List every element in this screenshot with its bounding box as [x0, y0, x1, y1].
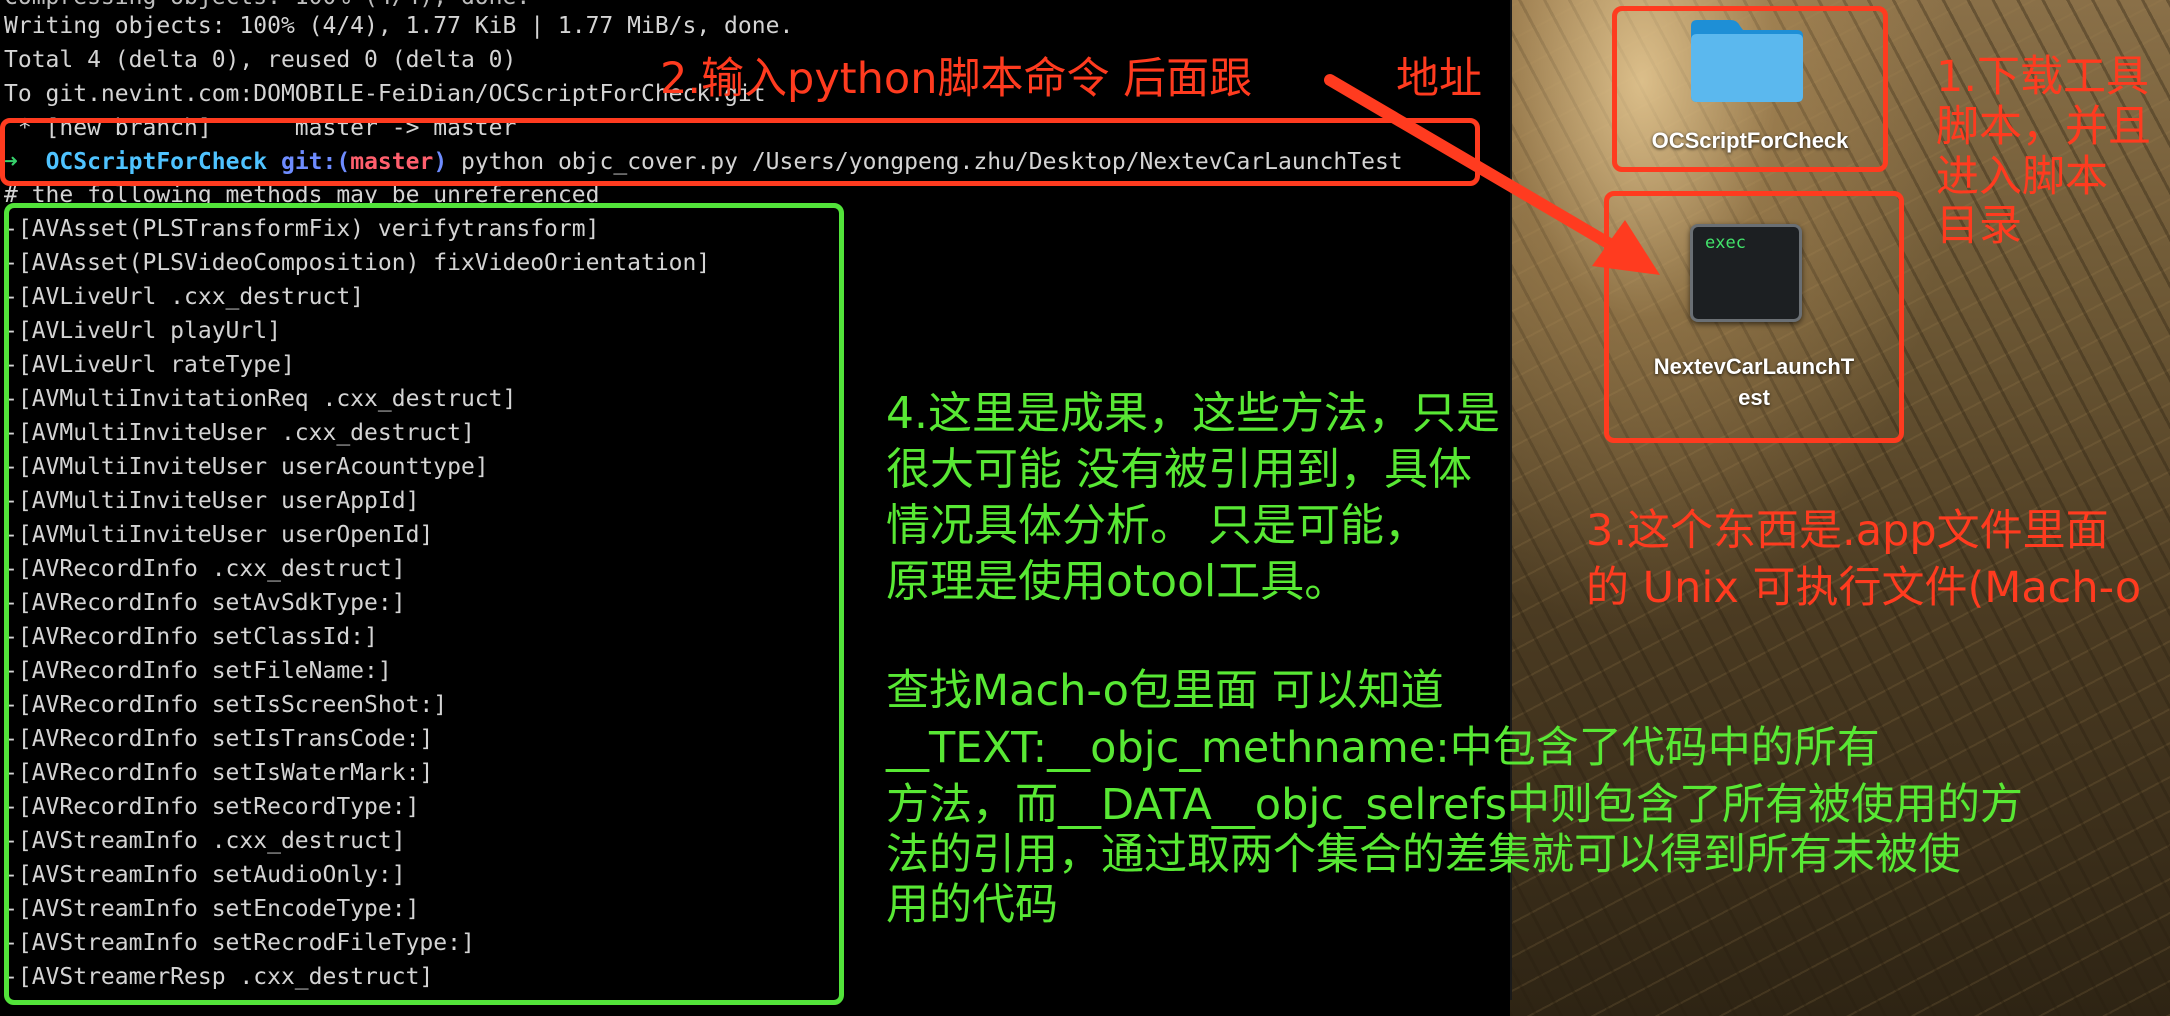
annotation-explain-line: 法的引用，通过取两个集合的差集就可以得到所有未被使	[886, 830, 1961, 880]
annotation-step1-line: 进入脚本	[1936, 152, 2108, 202]
annotation-step1-line: 1.下载工具	[1936, 52, 2150, 102]
annotation-explain-line: 查找Mach-o包里面 可以知道	[886, 666, 1444, 716]
annotation-step4-line: 原理是使用otool工具。	[886, 556, 1349, 607]
annotation-step2: 2.输入python脚本命令 后面跟	[660, 54, 1253, 104]
terminal-line: Writing objects: 100% (4/4), 1.77 KiB | …	[4, 13, 794, 39]
exec-badge: exec	[1705, 233, 1746, 253]
folder-label[interactable]: OCScriptForCheck	[1614, 128, 1886, 154]
annotation-step1-line: 脚本，并且	[1936, 102, 2151, 152]
terminal-line: Total 4 (delta 0), reused 0 (delta 0)	[4, 47, 517, 73]
annotation-step3-line: 3.这个东西是.app文件里面	[1586, 506, 2109, 556]
annotation-explain-line: __TEXT:__objc_methname:中包含了代码中的所有	[886, 723, 1880, 773]
terminal-line: To git.nevint.com:DOMOBILE-FeiDian/OCScr…	[4, 81, 766, 107]
annotation-step3-line: 的 Unix 可执行文件(Mach-o	[1586, 563, 2142, 613]
results-highlight-box	[4, 203, 844, 1005]
annotation-step2-address: 地址	[1396, 54, 1482, 104]
annotation-explain-line: 方法，而__DATA__objc_selrefs中则包含了所有被使用的方	[886, 780, 2024, 830]
exec-label-line1[interactable]: NextevCarLaunchT	[1606, 354, 1902, 380]
annotation-step4-line: 4.这里是成果，这些方法，只是	[886, 388, 1500, 439]
annotation-step4-line: 情况具体分析。 只是可能，	[886, 500, 1428, 551]
command-highlight-box	[0, 118, 1480, 186]
folder-icon[interactable]	[1687, 16, 1807, 102]
annotation-explain-line: 用的代码	[886, 880, 1058, 930]
exec-file-icon[interactable]: exec	[1690, 224, 1802, 322]
annotation-step4-line: 很大可能 没有被引用到，具体	[886, 444, 1472, 495]
exec-label-line2[interactable]: est	[1606, 385, 1902, 411]
annotation-step1-line: 目录	[1936, 201, 2022, 251]
pointer-arrow-icon	[1324, 74, 1660, 275]
